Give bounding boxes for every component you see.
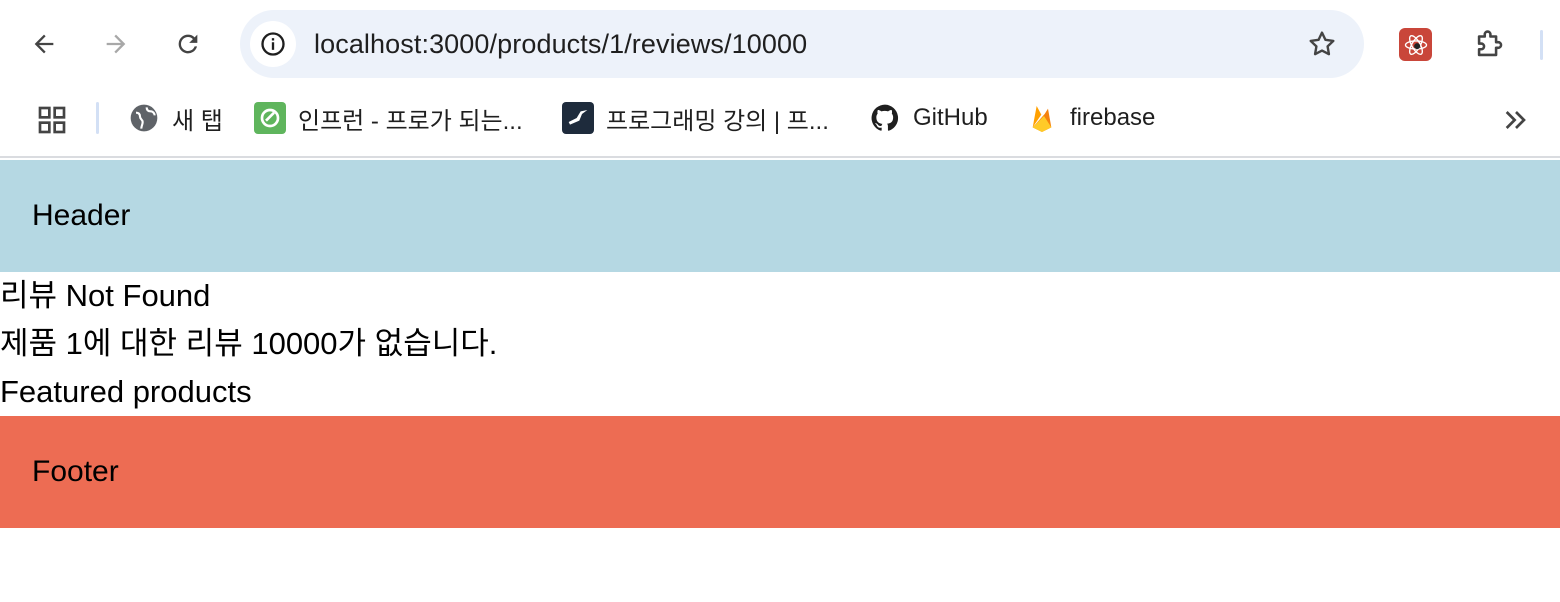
info-icon <box>261 32 285 56</box>
hummingbird-icon <box>562 102 594 134</box>
bookmark-github[interactable]: GitHub <box>869 96 988 140</box>
bookmark-star-button[interactable] <box>1306 28 1338 60</box>
not-found-title: 리뷰 Not Found <box>0 278 211 313</box>
bookmark-label: GitHub <box>913 104 988 131</box>
chevron-double-right-icon[interactable] <box>1500 104 1532 136</box>
puzzle-icon <box>1477 30 1503 57</box>
footer-text: Footer <box>32 455 119 488</box>
bookmarks-separator <box>96 102 99 134</box>
browser-toolbar: localhost:3000/products/1/reviews/10000 <box>0 0 1560 88</box>
firebase-icon <box>1026 102 1058 134</box>
arrow-right-icon <box>106 34 126 54</box>
site-info-button[interactable] <box>250 21 296 67</box>
inflearn-icon <box>254 102 286 134</box>
not-found-message: 제품 1에 대한 리뷰 10000가 없습니다. <box>0 326 498 361</box>
react-devtools-extension[interactable] <box>1399 28 1432 61</box>
bookmarks-bar: 새 탭 인프런 - 프로가 되는... 프로그래밍 강의 | 프... GitH… <box>0 88 1560 158</box>
address-bar[interactable]: localhost:3000/products/1/reviews/10000 <box>240 10 1364 78</box>
header-text: Header <box>32 199 131 232</box>
toolbar-divider <box>1540 30 1543 60</box>
bookmark-label: 인프런 - 프로가 되는... <box>298 107 523 135</box>
star-icon <box>1309 31 1335 56</box>
bookmark-label: 새 탭 <box>172 107 223 135</box>
reload-button[interactable] <box>166 22 210 66</box>
arrow-left-icon <box>34 34 54 54</box>
site-footer: Footer <box>0 416 1560 528</box>
back-button[interactable] <box>22 22 66 66</box>
site-header: Header <box>0 160 1560 272</box>
github-icon <box>869 102 901 134</box>
reload-icon <box>178 34 198 54</box>
bookmark-label: firebase <box>1070 104 1156 131</box>
forward-button[interactable] <box>94 22 138 66</box>
react-atom-icon <box>1404 34 1427 55</box>
extensions-button[interactable] <box>1470 26 1508 64</box>
bookmark-new-tab[interactable]: 새 탭 <box>128 96 223 140</box>
page-viewport: Header 리뷰 Not Found 제품 1에 대한 리뷰 10000가 없… <box>0 160 1560 528</box>
globe-icon <box>128 102 160 134</box>
main-content: 리뷰 Not Found 제품 1에 대한 리뷰 10000가 없습니다. Fe… <box>0 272 1560 416</box>
featured-products-text: Featured products <box>0 374 252 409</box>
bookmark-label: 프로그래밍 강의 | 프... <box>606 107 829 135</box>
bookmark-inflearn[interactable]: 인프런 - 프로가 되는... <box>254 96 523 140</box>
apps-grid-icon[interactable] <box>36 104 68 136</box>
url-text[interactable]: localhost:3000/products/1/reviews/10000 <box>314 10 807 78</box>
bookmark-firebase[interactable]: firebase <box>1026 96 1155 140</box>
bookmark-programming-lecture[interactable]: 프로그래밍 강의 | 프... <box>562 96 829 140</box>
